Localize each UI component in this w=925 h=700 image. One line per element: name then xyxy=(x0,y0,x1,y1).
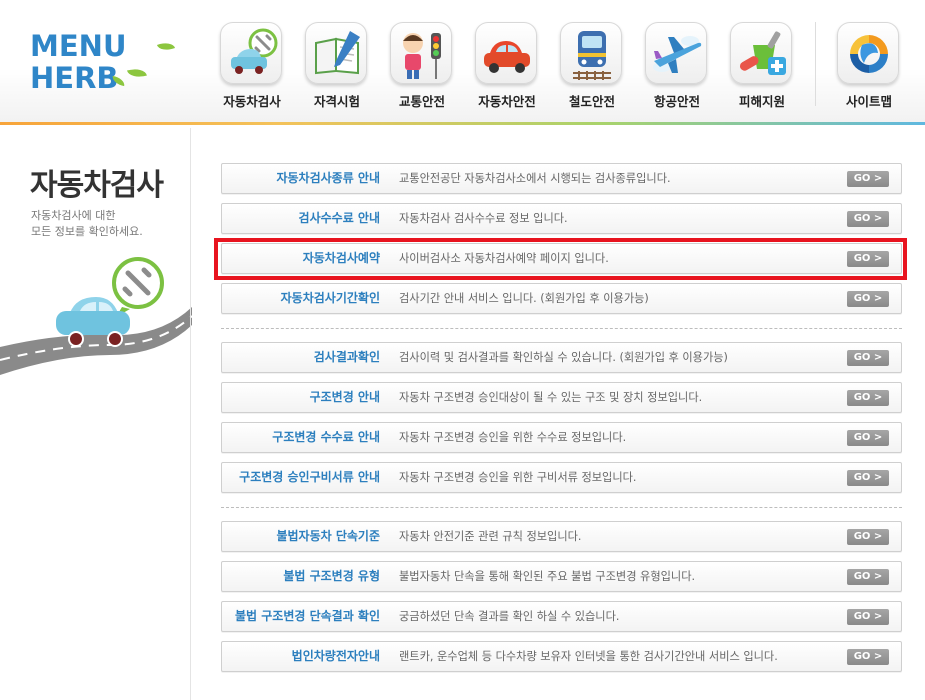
go-button[interactable]: GO > xyxy=(847,390,889,406)
row-description: 자동차 구조변경 승인대상이 될 수 있는 구조 및 장치 정보입니다. xyxy=(399,391,703,404)
menu-row-inspection-types[interactable]: 자동차검사종류 안내 교통안전공단 자동차검사소에서 시행되는 검사종류입니다.… xyxy=(221,163,902,194)
menu-row-corporate-notice[interactable]: 법인차량전자안내 랜트카, 운수업체 등 다수차량 보유자 인터넷을 통한 검사… xyxy=(221,641,902,672)
nav-item-sitemap[interactable]: 사이트맵 xyxy=(831,18,907,110)
row-title[interactable]: 자동차검사종류 안내 xyxy=(222,164,380,193)
logo-line-2: HERB xyxy=(30,61,119,95)
row-description: 사이버검사소 자동차검사예약 페이지 입니다. xyxy=(399,252,609,265)
nav-item-car-safety[interactable]: 자동차안전 xyxy=(469,18,545,110)
menu-row-inspection-reservation[interactable]: 자동차검사예약 사이버검사소 자동차검사예약 페이지 입니다. GO > xyxy=(221,243,902,274)
go-button[interactable]: GO > xyxy=(847,569,889,585)
section-divider xyxy=(221,328,902,329)
description-line-1: 자동차검사에 대한 xyxy=(31,209,116,222)
row-title[interactable]: 구조변경 승인구비서류 안내 xyxy=(222,463,380,492)
header-gradient-line xyxy=(0,122,925,125)
go-button[interactable]: GO > xyxy=(847,291,889,307)
row-title[interactable]: 불법 구조변경 유형 xyxy=(222,562,380,591)
section-divider xyxy=(221,507,902,508)
row-title[interactable]: 불법 구조변경 단속결과 확인 xyxy=(222,602,380,631)
go-button[interactable]: GO > xyxy=(847,350,889,366)
nav-label: 사이트맵 xyxy=(845,94,892,109)
menu-row-illegal-vehicle-criteria[interactable]: 불법자동차 단속기준 자동차 안전기준 관련 규칙 정보입니다. GO > xyxy=(221,521,902,552)
row-title[interactable]: 법인차량전자안내 xyxy=(222,642,380,671)
row-title[interactable]: 불법자동차 단속기준 xyxy=(222,522,380,551)
nav-item-damage-support[interactable]: 피해지원 xyxy=(724,18,800,110)
menu-row-crackdown-result[interactable]: 불법 구조변경 단속결과 확인 궁금하셨던 단속 결과를 확인 하실 수 있습니… xyxy=(221,601,902,632)
nav-item-qualification-exam[interactable]: 자격시험 xyxy=(299,18,375,110)
nav-label: 자격시험 xyxy=(313,94,360,109)
go-button[interactable]: GO > xyxy=(847,649,889,665)
nav-item-aviation-safety[interactable]: 항공안전 xyxy=(639,18,715,110)
nav-label: 철도안전 xyxy=(568,94,615,109)
nav-label: 자동차검사 xyxy=(223,94,281,109)
description-line-2: 모든 정보를 확인하세요. xyxy=(31,225,143,238)
page-title: 자동차검사 xyxy=(30,168,164,203)
menu-herb-logo[interactable]: MENU HERB xyxy=(30,30,190,100)
row-description: 자동차 구조변경 승인을 위한 수수료 정보입니다. xyxy=(399,431,627,444)
row-title[interactable]: 자동차검사기간확인 xyxy=(222,284,380,313)
notebook-pencil-icon xyxy=(305,22,367,84)
row-title[interactable]: 검사결과확인 xyxy=(222,343,380,372)
car-inspection-icon xyxy=(220,22,282,84)
go-button[interactable]: GO > xyxy=(847,251,889,267)
medicine-cross-icon xyxy=(730,22,792,84)
row-title[interactable]: 자동차검사예약 xyxy=(222,244,380,273)
car-road-illustration xyxy=(0,255,193,390)
row-description: 궁금하셨던 단속 결과를 확인 하실 수 있습니다. xyxy=(399,610,620,623)
nav-item-rail-safety[interactable]: 철도안전 xyxy=(554,18,630,110)
row-description: 불법자동차 단속을 통해 확인된 주요 불법 구조변경 유형입니다. xyxy=(399,570,696,583)
go-button[interactable]: GO > xyxy=(847,211,889,227)
page-description: 자동차검사에 대한 모든 정보를 확인하세요. xyxy=(31,208,143,240)
row-description: 자동차 안전기준 관련 규칙 정보입니다. xyxy=(399,530,582,543)
menu-row-inspection-result[interactable]: 검사결과확인 검사이력 및 검사결과를 확인하실 수 있습니다. (회원가입 후… xyxy=(221,342,902,373)
nav-label: 피해지원 xyxy=(738,94,785,109)
menu-row-inspection-fee[interactable]: 검사수수료 안내 자동차검사 검사수수료 정보 입니다. GO > xyxy=(221,203,902,234)
nav-label: 교통안전 xyxy=(398,94,445,109)
train-icon xyxy=(560,22,622,84)
left-divider xyxy=(190,128,191,700)
nav-label: 자동차안전 xyxy=(478,94,536,109)
menu-row-modification-guide[interactable]: 구조변경 안내 자동차 구조변경 승인대상이 될 수 있는 구조 및 장치 정보… xyxy=(221,382,902,413)
row-description: 검사이력 및 검사결과를 확인하실 수 있습니다. (회원가입 후 이용가능) xyxy=(399,351,728,364)
airplane-icon xyxy=(645,22,707,84)
row-title[interactable]: 검사수수료 안내 xyxy=(222,204,380,233)
nav-item-traffic-safety[interactable]: 교통안전 xyxy=(384,18,460,110)
row-description: 교통안전공단 자동차검사소에서 시행되는 검사종류입니다. xyxy=(399,172,671,185)
top-header: MENU HERB 자동차검사 자격시험 교통안전 자동차안전 철도안전 항공안… xyxy=(0,0,925,125)
menu-row-illegal-modification-types[interactable]: 불법 구조변경 유형 불법자동차 단속을 통해 확인된 주요 불법 구조변경 유… xyxy=(221,561,902,592)
menu-row-modification-documents[interactable]: 구조변경 승인구비서류 안내 자동차 구조변경 승인을 위한 구비서류 정보입니… xyxy=(221,462,902,493)
menu-row-modification-fee[interactable]: 구조변경 수수료 안내 자동차 구조변경 승인을 위한 수수료 정보입니다. G… xyxy=(221,422,902,453)
row-description: 랜트카, 운수업체 등 다수차량 보유자 인터넷을 통한 검사기간안내 서비스 … xyxy=(399,650,778,663)
row-title[interactable]: 구조변경 안내 xyxy=(222,383,380,412)
nav-label: 항공안전 xyxy=(653,94,700,109)
go-button[interactable]: GO > xyxy=(847,609,889,625)
child-traffic-light-icon xyxy=(390,22,452,84)
row-description: 자동차 구조변경 승인을 위한 구비서류 정보입니다. xyxy=(399,471,637,484)
go-button[interactable]: GO > xyxy=(847,470,889,486)
row-description: 검사기간 안내 서비스 입니다. (회원가입 후 이용가능) xyxy=(399,292,649,305)
nav-separator xyxy=(815,22,816,106)
sitemap-logo-icon xyxy=(837,22,899,84)
menu-row-inspection-period[interactable]: 자동차검사기간확인 검사기간 안내 서비스 입니다. (회원가입 후 이용가능)… xyxy=(221,283,902,314)
row-description: 자동차검사 검사수수료 정보 입니다. xyxy=(399,212,568,225)
nav-item-car-inspection[interactable]: 자동차검사 xyxy=(214,18,290,110)
go-button[interactable]: GO > xyxy=(847,430,889,446)
go-button[interactable]: GO > xyxy=(847,171,889,187)
row-title[interactable]: 구조변경 수수료 안내 xyxy=(222,423,380,452)
go-button[interactable]: GO > xyxy=(847,529,889,545)
red-car-icon xyxy=(475,22,537,84)
